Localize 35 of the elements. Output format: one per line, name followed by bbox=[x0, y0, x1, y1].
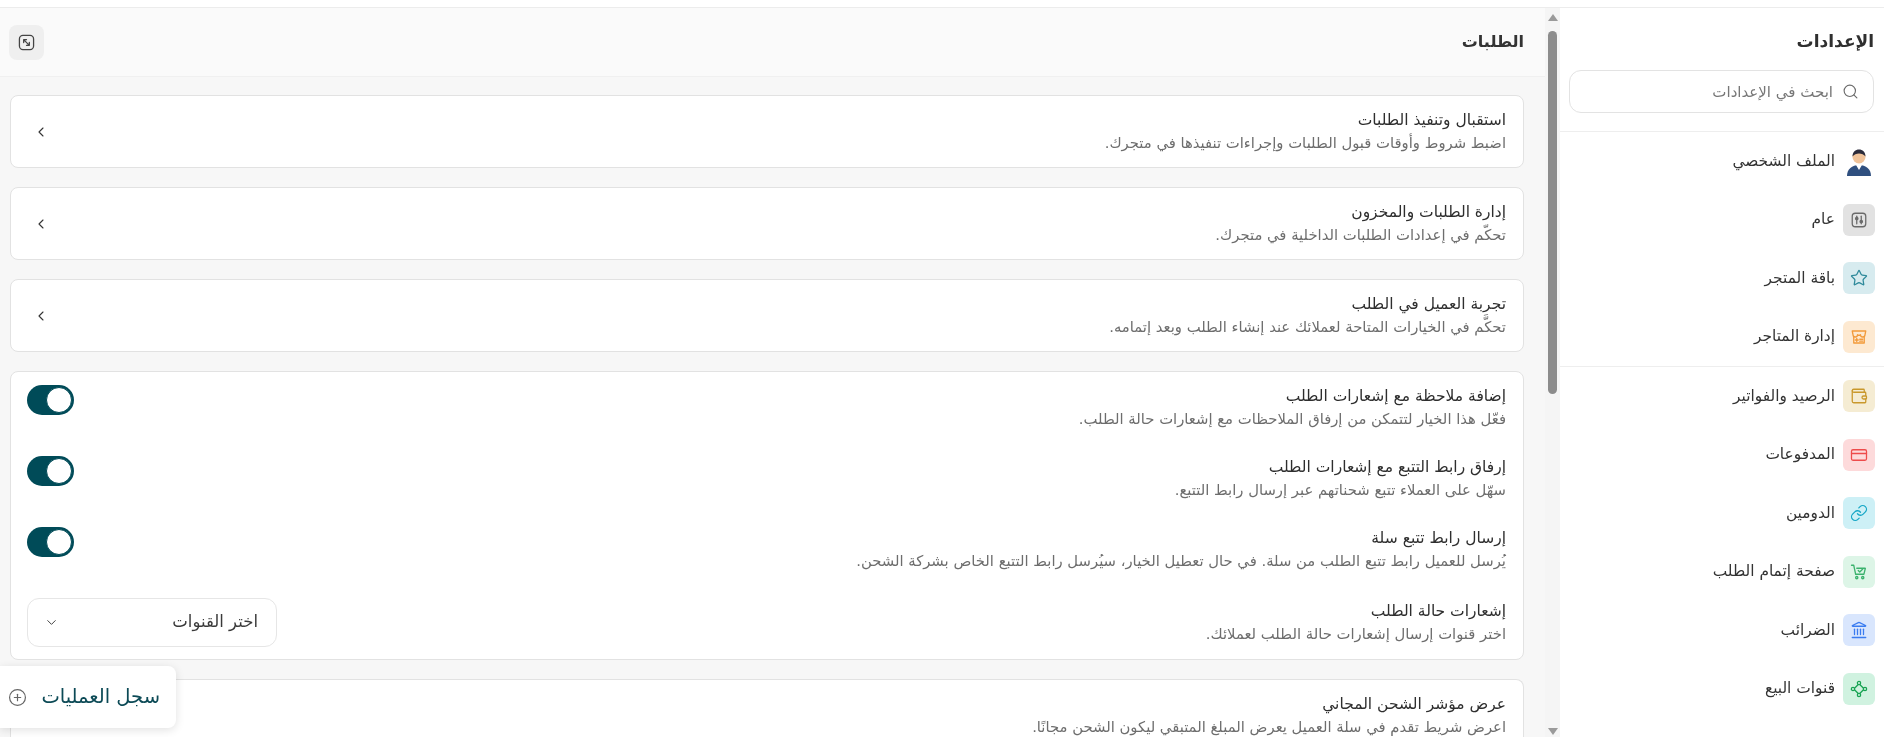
scroll-up-icon[interactable] bbox=[1547, 14, 1558, 21]
search-icon bbox=[1842, 83, 1859, 100]
setting-description: اختر قنوات إرسال إشعارات حالة الطلب لعملائك. bbox=[1205, 624, 1506, 645]
toggle-switch[interactable] bbox=[27, 385, 74, 415]
section-description: تحكّم في إعدادات الطلبات الداخلية في متجرك. bbox=[1215, 223, 1506, 246]
setting-description: سهّل على العملاء تتبع شحناتهم عبر إرسال رابط التتبع. bbox=[1174, 480, 1506, 501]
page-title: الطلبات bbox=[1461, 31, 1524, 53]
setting-description: فعّل هذا الخيار لتتمكن من إرفاق الملاحظات مع إشعارات حالة الطلب. bbox=[1078, 409, 1506, 430]
setting-description: يُرسل للعميل رابط تتبع الطلب من سلة. في حال تعطيل الخيار، سيُرسل رابط التتبع الخاص بشركة الشحن. bbox=[856, 551, 1506, 572]
toggle-switch[interactable] bbox=[27, 456, 74, 486]
section-title: استقبال وتنفيذ الطلبات bbox=[1357, 110, 1506, 131]
sidebar-title: الإعدادات bbox=[1795, 30, 1874, 53]
setting-title: إضافة ملاحظة مع إشعارات الطلب bbox=[1285, 386, 1506, 407]
section-title: عرض مؤشر الشحن المجاني bbox=[1322, 694, 1506, 715]
toggle-switch[interactable] bbox=[27, 527, 74, 557]
section-description: اعرض شريط تقدم في سلة العميل يعرض المبلغ المتبقي ليكون الشحن مجانًا. bbox=[1032, 717, 1506, 737]
setting-title: إرسال رابط تتبع سلة bbox=[1371, 528, 1506, 549]
expand-button[interactable] bbox=[9, 24, 44, 60]
expand-icon bbox=[18, 33, 35, 51]
section-card[interactable]: استقبال وتنفيذ الطلبات اضبط شروط وأوقات قبول الطلبات وإجراءات تنفيذها في متجرك. bbox=[10, 95, 1524, 168]
scroll-down-icon[interactable] bbox=[1547, 728, 1558, 735]
setting-title: إرفاق رابط التتبع مع إشعارات الطلب bbox=[1268, 457, 1506, 478]
plus-circle-icon bbox=[8, 687, 27, 707]
section-title: تجربة العميل في الطلب bbox=[1351, 294, 1506, 314]
search-field[interactable]: ابحث في الإعدادات bbox=[1569, 70, 1874, 113]
section-title: إدارة الطلبات والمخزون bbox=[1351, 202, 1506, 223]
scrollbar[interactable] bbox=[1545, 8, 1560, 737]
section-card[interactable]: تجربة العميل في الطلب تحكَّم في الخيارات المتاحة لعملائك عند إنشاء الطلب وبعد إتمامه. bbox=[10, 279, 1524, 352]
setting-title: إشعارات حالة الطلب bbox=[1370, 601, 1506, 622]
activity-log-button[interactable]: سجل العمليات bbox=[0, 666, 176, 728]
section-description: تحكَّم في الخيارات المتاحة لعملائك عند إنشاء الطلب وبعد إتمامه. bbox=[1109, 315, 1506, 338]
section-card[interactable]: إدارة الطلبات والمخزون تحكّم في إعدادات الطلبات الداخلية في متجرك. bbox=[10, 187, 1524, 260]
scrollbar-thumb[interactable] bbox=[1548, 31, 1557, 394]
section-description: اضبط شروط وأوقات قبول الطلبات وإجراءات تنفيذها في متجرك. bbox=[1104, 132, 1506, 154]
select-field[interactable]: اختر القنوات bbox=[27, 598, 277, 647]
